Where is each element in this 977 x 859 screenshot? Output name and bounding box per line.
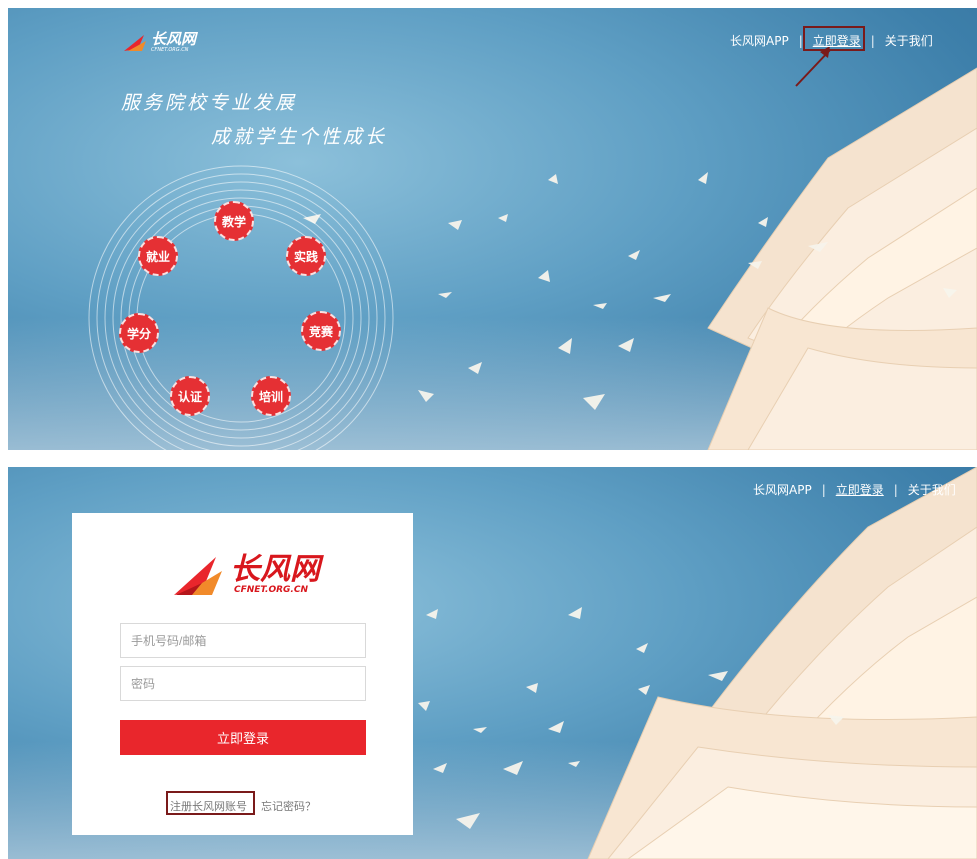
brand-name: 长风网 [151,30,197,48]
circle-node-certification[interactable]: 认证 [170,376,210,416]
phone-email-input[interactable] [120,623,366,658]
login-card: 长风网 CFNET.ORG.CN 立即登录 注册长风网账号 忘记密码？ [72,513,413,835]
login-logo: 长风网 CFNET.ORG.CN [172,553,320,597]
circle-node-teaching[interactable]: 教学 [214,201,254,241]
nav-separator: | [893,482,898,497]
nav-separator: | [821,482,826,497]
nav-about-link[interactable]: 关于我们 [885,32,933,49]
circle-node-credit[interactable]: 学分 [119,313,159,353]
circle-node-training[interactable]: 培训 [251,376,291,416]
top-nav: 长风网APP | 立即登录 | 关于我们 [753,481,956,498]
login-brand-name: 长风网 [230,552,320,587]
nav-app-link[interactable]: 长风网APP [753,481,812,498]
landing-screenshot: 长风网 CFNET.ORG.CN 长风网APP | 立即登录 | 关于我们 服务… [8,8,977,450]
brand-mark-icon [174,557,222,595]
book-butterfly-illustration [88,46,977,450]
circle-node-employment[interactable]: 就业 [138,236,178,276]
brand-logo[interactable]: 长风网 CFNET.ORG.CN [122,32,196,53]
nav-separator: | [870,33,875,48]
forgot-password-link[interactable]: 忘记密码？ [261,798,316,814]
nav-about-link[interactable]: 关于我们 [908,481,956,498]
login-submit-button[interactable]: 立即登录 [120,720,366,755]
circle-node-practice[interactable]: 实践 [286,236,326,276]
login-screenshot: 长风网APP | 立即登录 | 关于我们 长风网 CFNET.ORG.CN 立即… [8,467,977,859]
nav-app-link[interactable]: 长风网APP [730,32,789,49]
password-input[interactable] [120,666,366,701]
slogan-line-2: 成就学生个性成长 [211,126,388,148]
circle-node-competition[interactable]: 竞赛 [301,311,341,351]
nav-login-link[interactable]: 立即登录 [836,481,884,498]
slogan-line-1: 服务院校专业发展 [121,92,298,114]
brand-mark-icon [124,34,146,51]
login-brand-domain: CFNET.ORG.CN [234,585,308,595]
highlight-box [803,26,865,51]
highlight-box [166,791,255,815]
